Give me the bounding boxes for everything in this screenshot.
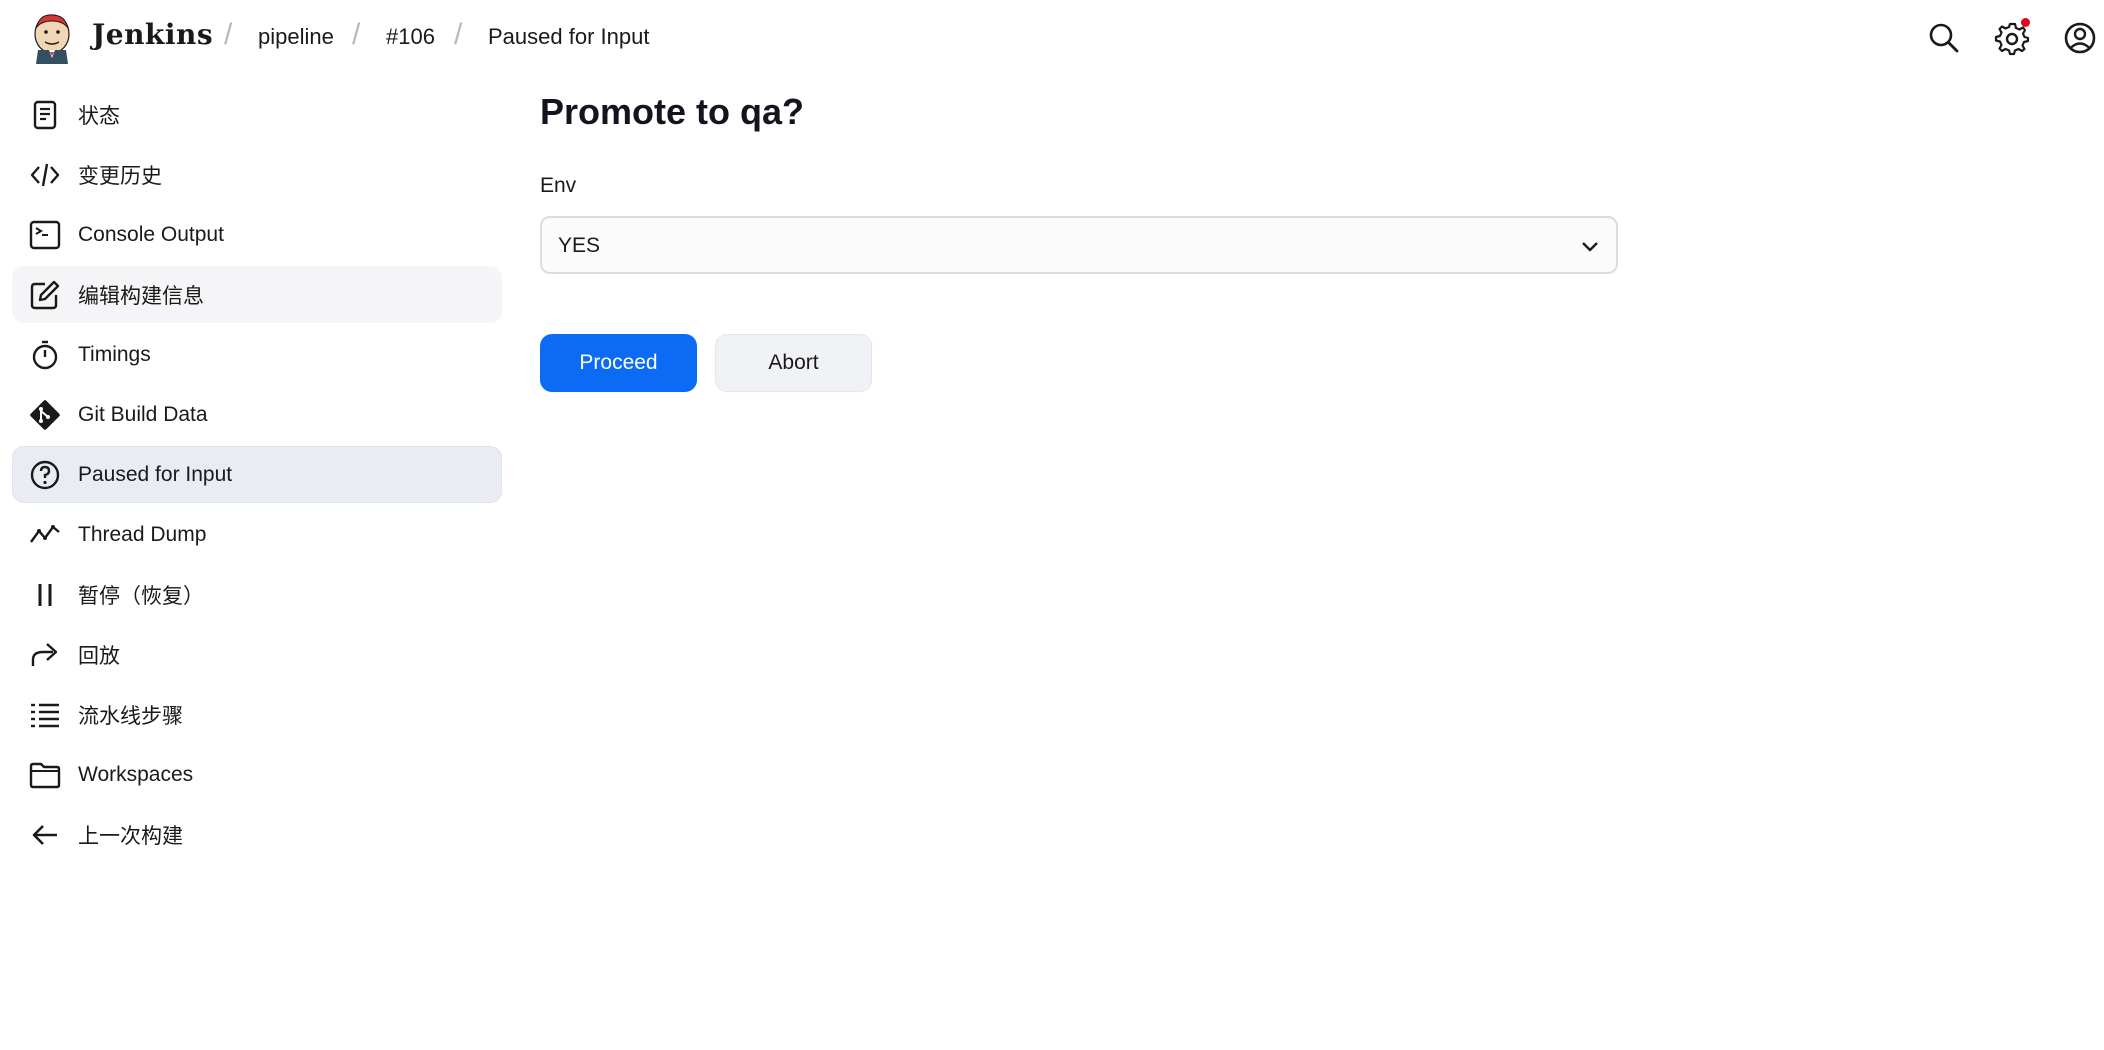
sidebar-item-label: Paused for Input (78, 462, 233, 486)
terminal-icon (28, 218, 62, 252)
settings-icon[interactable] (1994, 18, 2030, 56)
git-icon (28, 398, 62, 432)
sidebar-item-label: Thread Dump (78, 522, 207, 546)
env-select-value: YES (558, 234, 601, 257)
list-steps-icon (28, 698, 62, 732)
sidebar-item-paused-for-input[interactable]: Paused for Input (12, 446, 502, 503)
abort-button[interactable]: Abort (715, 334, 872, 392)
arrow-left-icon (28, 818, 62, 852)
sidebar-item-replay[interactable]: 回放 (12, 626, 502, 683)
sidebar-item-label: 回放 (78, 644, 120, 668)
folder-icon (28, 758, 62, 792)
main-content: Promote to qa? Env YES Proceed Abort (540, 86, 1620, 392)
env-field-label: Env (540, 174, 577, 197)
activity-icon (28, 518, 62, 552)
sidebar-item-pipeline-steps[interactable]: 流水线步骤 (12, 686, 502, 743)
sidebar-item-workspaces[interactable]: Workspaces (12, 746, 502, 803)
status-document-icon (28, 98, 62, 132)
sidebar-item-label: 流水线步骤 (78, 704, 183, 728)
breadcrumb-build[interactable]: #106 (386, 24, 435, 50)
sidebar-item-changes[interactable]: 变更历史 (12, 146, 502, 203)
edit-icon (28, 278, 62, 312)
notification-dot (2021, 18, 2030, 27)
sidebar-item-thread-dump[interactable]: Thread Dump (12, 506, 502, 563)
brand-title[interactable]: Jenkins (92, 18, 213, 51)
proceed-button[interactable]: Proceed (540, 334, 697, 392)
sidebar-item-pause-resume[interactable]: 暂停（恢复） (12, 566, 502, 623)
sidebar-item-edit-build-info[interactable]: 编辑构建信息 (12, 266, 502, 323)
sidebar-item-label: 变更历史 (78, 164, 162, 188)
breadcrumb-separator: / (454, 18, 463, 51)
page-title: Promote to qa? (540, 91, 805, 132)
sidebar-item-previous-build[interactable]: 上一次构建 (12, 806, 502, 863)
sidebar-item-git-build-data[interactable]: Git Build Data (12, 386, 502, 443)
code-icon (28, 158, 62, 192)
sidebar-item-label: 暂停（恢复） (78, 584, 204, 608)
breadcrumb-pipeline[interactable]: pipeline (258, 24, 334, 50)
sidebar-item-label: 上一次构建 (78, 824, 183, 848)
pause-icon (28, 578, 62, 612)
sidebar-item-label: 状态 (78, 104, 120, 128)
env-select[interactable]: YES (540, 216, 1618, 274)
jenkins-logo[interactable] (30, 12, 74, 64)
sidebar-item-timings[interactable]: Timings (12, 326, 502, 383)
breadcrumb-separator: / (352, 18, 361, 51)
top-header: Jenkins / pipeline / #106 / Paused for I… (0, 0, 2104, 76)
sidebar-item-label: 编辑构建信息 (78, 284, 204, 308)
search-icon[interactable] (1926, 20, 1962, 56)
sidebar: 状态 变更历史 Console Output 编辑构建信息 Timings Gi… (12, 86, 502, 866)
sidebar-item-status[interactable]: 状态 (12, 86, 502, 143)
sidebar-item-label: Workspaces (78, 762, 194, 786)
user-icon[interactable] (2062, 20, 2098, 56)
breadcrumb-separator: / (224, 18, 233, 51)
sidebar-item-label: Console Output (78, 222, 224, 246)
stopwatch-icon (28, 338, 62, 372)
help-circle-icon (28, 458, 62, 492)
sidebar-item-label: Timings (78, 342, 151, 366)
breadcrumb-current[interactable]: Paused for Input (488, 24, 649, 50)
action-buttons: Proceed Abort (540, 334, 1620, 392)
sidebar-item-label: Git Build Data (78, 402, 208, 426)
redo-icon (28, 638, 62, 672)
chevron-down-icon (1582, 242, 1598, 252)
sidebar-item-console-output[interactable]: Console Output (12, 206, 502, 263)
